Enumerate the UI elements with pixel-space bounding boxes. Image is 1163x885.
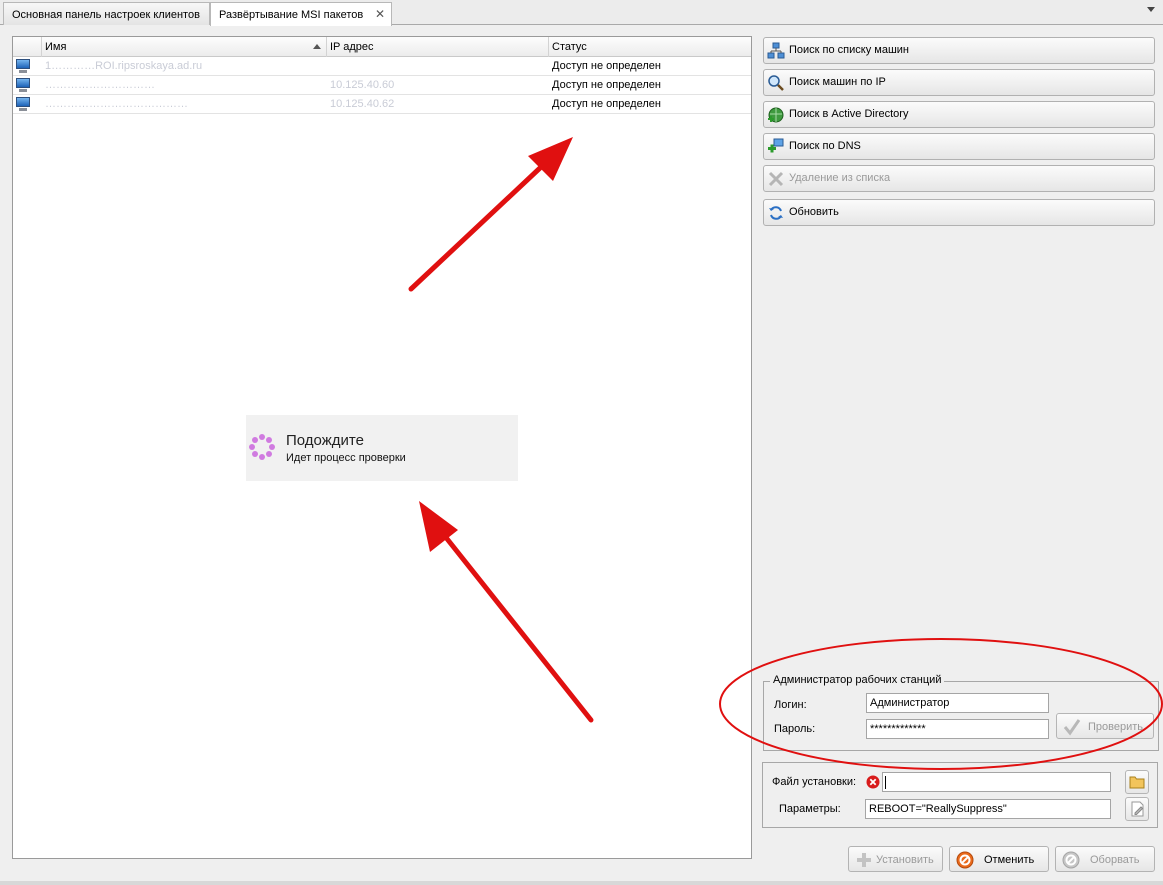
check-credentials-button[interactable]: Проверить: [1056, 713, 1154, 739]
search-dns-button[interactable]: Поиск по DNS: [763, 133, 1155, 160]
tab-client-settings[interactable]: Основная панель настроек клиентов: [3, 2, 210, 25]
password-label: Пароль:: [774, 723, 816, 735]
button-label: Отменить: [984, 854, 1035, 866]
admin-credentials-group: Администратор рабочих станций Логин: Адм…: [763, 674, 1159, 751]
close-icon[interactable]: ✕: [375, 7, 385, 21]
cell-status: Доступ не определен: [552, 60, 661, 72]
column-header-name[interactable]: Имя: [42, 37, 327, 57]
magnifier-icon: [768, 75, 784, 91]
loading-spinner-icon: [249, 434, 275, 460]
button-label: Установить: [876, 854, 934, 866]
password-field[interactable]: *************: [866, 719, 1049, 739]
column-header-status[interactable]: Статус: [549, 37, 751, 57]
tab-msi-deploy[interactable]: Развёртывание MSI пакетов ✕: [210, 2, 392, 26]
install-button[interactable]: Установить: [848, 846, 943, 872]
cell-status: Доступ не определен: [552, 79, 661, 91]
cell-ip: 10.125.40.62: [330, 98, 395, 110]
parameters-field[interactable]: REBOOT="ReallySuppress": [865, 799, 1111, 819]
login-field[interactable]: Администратор: [866, 693, 1049, 713]
edit-document-icon: [1131, 801, 1144, 817]
search-by-ip-button[interactable]: Поиск машин по IP: [763, 69, 1155, 96]
install-file-label: Файл установки:: [772, 776, 857, 788]
tab-strip: Основная панель настроек клиентов Развёр…: [0, 0, 1163, 26]
button-label: Оборвать: [1090, 854, 1140, 866]
button-label: Поиск по списку машин: [789, 44, 909, 56]
grid-header-icon-column: [13, 37, 42, 57]
abort-button[interactable]: Оборвать: [1055, 846, 1155, 872]
error-icon: [866, 775, 880, 789]
cell-ip: 10.125.40.60: [330, 79, 395, 91]
refresh-icon: [769, 206, 783, 220]
table-row[interactable]: ………………………………… 10.125.40.62 Доступ не опр…: [13, 95, 751, 114]
button-label: Поиск машин по IP: [789, 76, 886, 88]
button-label: Поиск в Active Directory: [789, 108, 909, 120]
network-list-icon: [767, 42, 785, 59]
button-label: Удаление из списка: [789, 172, 891, 184]
tab-label: Основная панель настроек клиентов: [12, 9, 200, 21]
install-settings-group: Файл установки: Параметры: REBOOT="Reall…: [762, 762, 1158, 828]
cancel-button[interactable]: Отменить: [949, 846, 1049, 872]
tab-label: Развёртывание MSI пакетов: [219, 9, 364, 21]
edit-parameters-button[interactable]: [1125, 797, 1149, 821]
wait-subtitle: Идет процесс проверки: [286, 452, 406, 464]
cell-name: …………………………: [45, 79, 155, 91]
status-bar: [0, 881, 1163, 885]
cell-ip: [327, 57, 549, 76]
cancel-icon: [956, 851, 974, 869]
add-icon: [857, 853, 871, 867]
table-row[interactable]: 1…………ROI.ripsroskaya.ad.ru Доступ не опр…: [13, 57, 751, 76]
group-title: Администратор рабочих станций: [770, 674, 945, 686]
search-active-directory-button[interactable]: Поиск в Active Directory: [763, 101, 1155, 128]
abort-icon: [1062, 851, 1080, 869]
browse-file-button[interactable]: [1125, 770, 1149, 794]
search-machine-list-button[interactable]: Поиск по списку машин: [763, 37, 1155, 64]
grid-header: Имя IP адрес Статус: [13, 37, 751, 57]
refresh-button[interactable]: Обновить: [763, 199, 1155, 226]
remove-icon: [768, 171, 784, 187]
cell-name: …………………………………: [45, 98, 188, 110]
login-label: Логин:: [774, 699, 807, 711]
computer-icon: [15, 78, 31, 92]
wait-title: Подождите: [286, 432, 364, 449]
button-label: Поиск по DNS: [789, 140, 861, 152]
network-add-icon: [768, 138, 784, 153]
column-header-ip[interactable]: IP адрес: [327, 37, 549, 57]
sort-ascending-icon: [313, 44, 321, 49]
computer-icon: [15, 59, 31, 73]
checkmark-icon: [1063, 719, 1081, 736]
folder-icon: [1129, 776, 1145, 789]
globe-add-icon: [768, 107, 784, 123]
wait-indicator: Подождите Идет процесс проверки: [246, 415, 518, 481]
cell-status: Доступ не определен: [552, 98, 661, 110]
chevron-down-icon[interactable]: [1147, 7, 1155, 12]
button-label: Проверить: [1088, 721, 1144, 733]
parameters-label: Параметры:: [779, 803, 841, 815]
remove-from-list-button[interactable]: Удаление из списка: [763, 165, 1155, 192]
button-label: Обновить: [789, 206, 839, 218]
install-file-field[interactable]: [882, 772, 1111, 792]
text-cursor: [885, 776, 886, 789]
computer-icon: [15, 97, 31, 111]
table-row[interactable]: ………………………… 10.125.40.60 Доступ не опреде…: [13, 76, 751, 95]
cell-name: 1…………ROI.ripsroskaya.ad.ru: [45, 60, 203, 72]
